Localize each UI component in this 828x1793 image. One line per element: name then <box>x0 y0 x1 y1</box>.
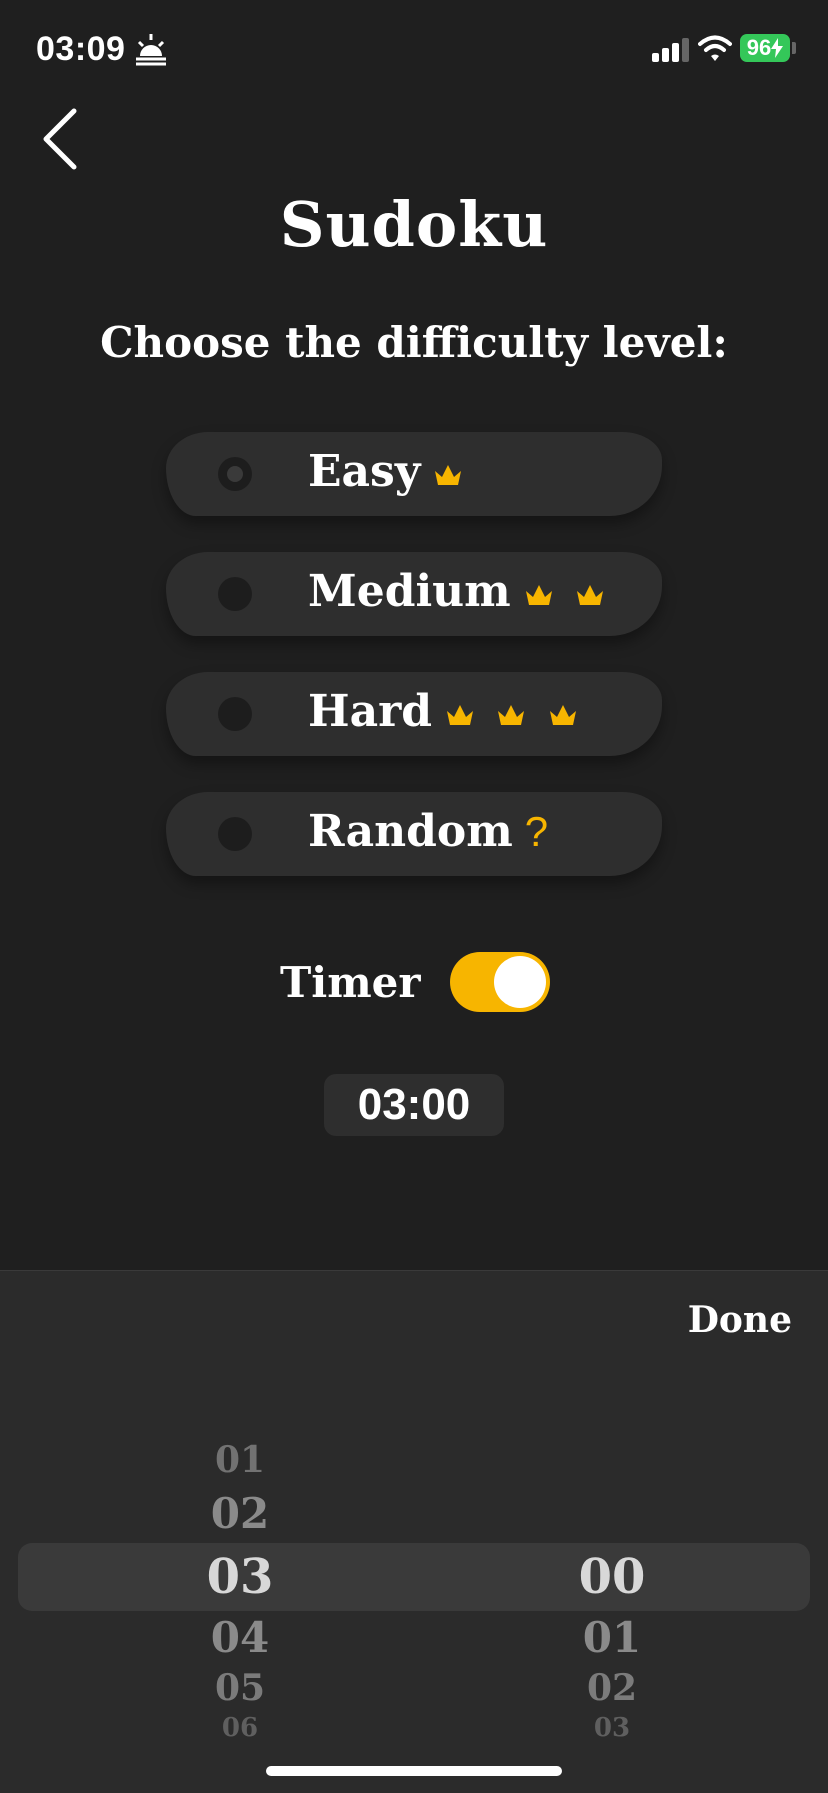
difficulty-option-hard[interactable]: Hard <box>166 672 662 756</box>
radio-easy[interactable] <box>218 457 252 491</box>
seconds-option[interactable]: 01 <box>462 1613 762 1662</box>
minutes-wheel[interactable]: 01 02 03 04 05 06 <box>90 1271 390 1793</box>
crown-rating-easy <box>432 449 468 500</box>
crown-icon <box>435 465 462 485</box>
difficulty-option-random[interactable]: Random? <box>166 792 662 876</box>
minutes-option[interactable]: 02 <box>90 1489 390 1538</box>
bolt-icon <box>771 38 784 58</box>
status-time: 03:09 <box>36 30 126 68</box>
question-mark-icon: ? <box>524 808 549 855</box>
difficulty-prompt: Choose the difficulty level: <box>100 318 728 367</box>
wifi-icon <box>698 35 732 61</box>
option-label-medium: Medium <box>308 566 511 617</box>
home-indicator[interactable] <box>266 1766 562 1776</box>
status-bar: 03:09 96 <box>0 0 828 100</box>
difficulty-option-medium[interactable]: Medium <box>166 552 662 636</box>
timer-toggle[interactable] <box>450 952 550 1012</box>
seconds-wheel[interactable]: 00 01 02 03 <box>462 1271 762 1793</box>
radio-hard[interactable] <box>218 697 252 731</box>
time-picker-panel: Done 01 02 03 04 05 06 00 01 02 03 <box>0 1270 828 1793</box>
timer-label: Timer <box>280 958 421 1007</box>
back-button[interactable] <box>30 104 90 174</box>
crown-icon <box>577 585 604 605</box>
seconds-option[interactable]: 03 <box>462 1713 762 1743</box>
option-label-hard: Hard <box>308 686 433 737</box>
sunrise-icon <box>136 34 166 66</box>
minutes-selected[interactable]: 03 <box>90 1549 390 1605</box>
minutes-option[interactable]: 06 <box>90 1713 390 1743</box>
crown-icon <box>525 585 552 605</box>
battery-level: 96 <box>746 35 772 60</box>
toggle-knob <box>494 956 546 1008</box>
crown-icon <box>498 705 525 725</box>
radio-medium[interactable] <box>218 577 252 611</box>
minutes-option[interactable]: 05 <box>90 1667 390 1709</box>
option-label-easy: Easy <box>308 446 421 497</box>
timer-value: 03:00 <box>357 1080 471 1129</box>
crown-rating-hard <box>444 689 583 740</box>
minutes-option[interactable]: 04 <box>90 1613 390 1662</box>
difficulty-option-easy[interactable]: Easy <box>166 432 662 516</box>
page-title: Sudoku <box>279 188 549 261</box>
crown-icon <box>447 705 474 725</box>
cellular-signal-icon <box>652 38 689 62</box>
minutes-option[interactable]: 01 <box>90 1439 390 1481</box>
seconds-option[interactable]: 02 <box>462 1667 762 1709</box>
crown-rating-medium <box>523 569 610 620</box>
chevron-left-icon <box>43 108 77 170</box>
seconds-selected[interactable]: 00 <box>462 1549 762 1605</box>
battery-tip <box>792 42 796 54</box>
option-label-random: Random <box>308 806 513 857</box>
battery-indicator: 96 <box>740 34 790 62</box>
crown-icon <box>549 705 576 725</box>
radio-random[interactable] <box>218 817 252 851</box>
timer-value-button[interactable]: 03:00 <box>324 1074 504 1136</box>
